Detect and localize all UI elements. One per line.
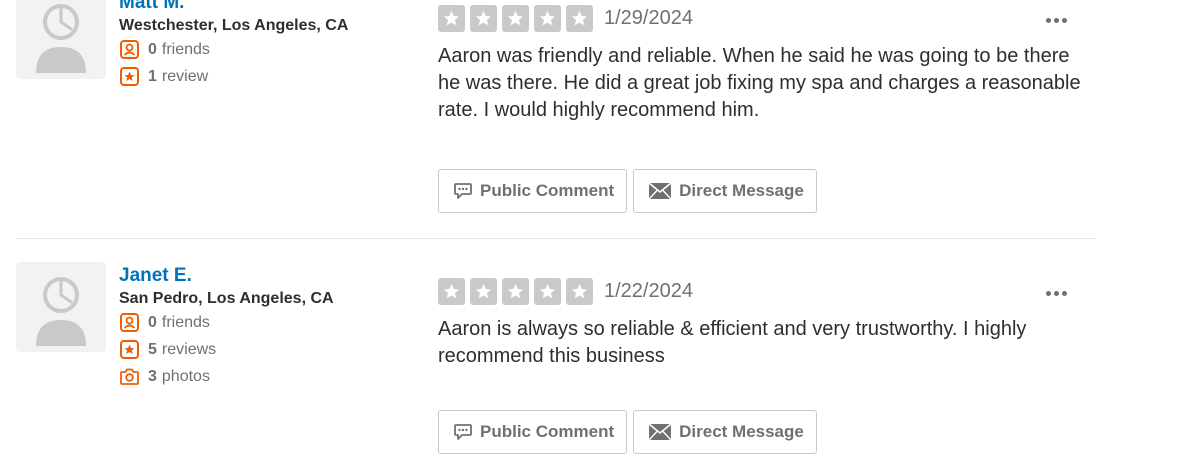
user-location: San Pedro, Los Angeles, CA	[119, 290, 334, 307]
user-info: Matt M. Westchester, Los Angeles, CA 0 f…	[119, 0, 419, 90]
speech-bubble-icon	[453, 181, 473, 201]
avatar[interactable]	[16, 0, 106, 79]
star-icon	[470, 5, 497, 32]
star-icon	[438, 278, 465, 305]
review-date: 1/22/2024	[604, 280, 693, 302]
public-comment-button[interactable]: Public Comment	[438, 169, 628, 213]
review-text: Aaron was friendly and reliable. When he…	[438, 45, 1081, 121]
review-actions: Public Comment Direct Message	[438, 169, 823, 213]
review-item: Matt M. Westchester, Los Angeles, CA 0 f…	[16, 0, 1096, 239]
star-icon	[438, 5, 465, 32]
star-icon	[534, 5, 561, 32]
default-avatar-icon	[36, 277, 86, 346]
review-item: Janet E. San Pedro, Los Angeles, CA 0 fr…	[16, 262, 1096, 462]
friends-icon	[119, 39, 140, 60]
review-text: Aaron is always so reliable & efficient …	[438, 318, 1027, 367]
review-star-icon	[119, 66, 140, 87]
more-options-icon[interactable]	[1044, 9, 1068, 23]
star-icon	[502, 5, 529, 32]
avatar[interactable]	[16, 262, 106, 352]
user-friends-stat: 0 friends	[119, 36, 419, 63]
star-icon	[502, 278, 529, 305]
envelope-icon	[648, 182, 672, 200]
user-photos-stat: 3 photos	[119, 363, 419, 390]
speech-bubble-icon	[453, 422, 473, 442]
user-location: Westchester, Los Angeles, CA	[119, 17, 349, 34]
star-icon	[566, 278, 593, 305]
review-date: 1/29/2024	[604, 7, 693, 29]
star-rating: 1/22/2024	[438, 278, 693, 305]
user-info: Janet E. San Pedro, Los Angeles, CA 0 fr…	[119, 262, 419, 390]
user-reviews-stat: 5 reviews	[119, 336, 419, 363]
star-icon	[470, 278, 497, 305]
review-star-icon	[119, 339, 140, 360]
envelope-icon	[648, 423, 672, 441]
user-name-link[interactable]: Janet E.	[119, 263, 192, 288]
friends-icon	[119, 312, 140, 333]
user-friends-stat: 0 friends	[119, 309, 419, 336]
camera-icon	[119, 366, 140, 387]
default-avatar-icon	[36, 4, 86, 73]
direct-message-button[interactable]: Direct Message	[633, 410, 817, 454]
more-options-icon[interactable]	[1044, 282, 1068, 296]
user-reviews-stat: 1 review	[119, 63, 419, 90]
star-icon	[566, 5, 593, 32]
public-comment-button[interactable]: Public Comment	[438, 410, 628, 454]
star-rating: 1/29/2024	[438, 5, 693, 32]
direct-message-button[interactable]: Direct Message	[633, 169, 817, 213]
star-icon	[534, 278, 561, 305]
user-name-link[interactable]: Matt M.	[119, 0, 184, 15]
review-actions: Public Comment Direct Message	[438, 410, 823, 454]
